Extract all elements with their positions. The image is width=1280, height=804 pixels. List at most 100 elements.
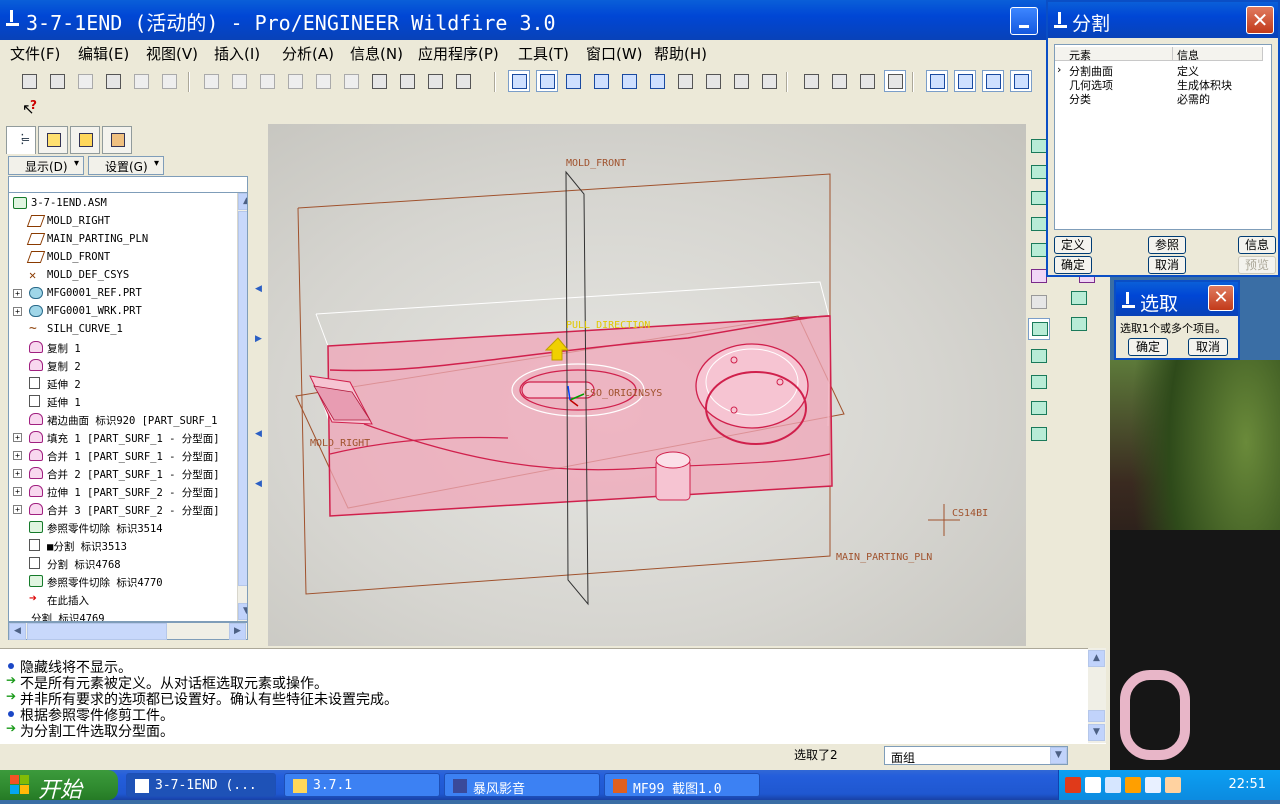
menu-help[interactable]: 帮助(H) xyxy=(654,43,707,64)
ok-button[interactable]: 确定 xyxy=(1054,256,1092,274)
zoom-out-icon[interactable] xyxy=(618,70,640,92)
tray-app-icon[interactable] xyxy=(1165,777,1181,793)
menu-tools[interactable]: 工具(T) xyxy=(518,43,569,64)
redo-icon[interactable] xyxy=(228,70,250,92)
tree-row[interactable]: 复制 1 xyxy=(9,339,229,357)
tree-row[interactable]: ✕ MOLD_DEF_CSYS xyxy=(9,267,229,285)
tree-row[interactable]: 复制 2 xyxy=(9,357,229,375)
refit-icon[interactable] xyxy=(646,70,668,92)
datum-axes-icon[interactable] xyxy=(954,70,976,92)
tree-row[interactable]: + 合并 2 [PART_SURF_1 - 分型面] xyxy=(9,465,229,483)
menu-file[interactable]: 文件(F) xyxy=(10,43,60,64)
tree-row[interactable]: + 拉伸 1 [PART_SURF_2 - 分型面] xyxy=(9,483,229,501)
open-file-icon[interactable] xyxy=(46,70,68,92)
menu-insert[interactable]: 插入(I) xyxy=(214,43,260,64)
paste-special-icon[interactable] xyxy=(340,70,362,92)
info-button[interactable]: 信息 xyxy=(1238,236,1276,254)
tree-row[interactable]: ➔ 在此插入 xyxy=(9,591,229,609)
tree-row[interactable]: 分割 标识4769 xyxy=(9,609,229,621)
copy-icon[interactable] xyxy=(284,70,306,92)
merge-icon[interactable] xyxy=(1028,372,1050,394)
tree-row[interactable]: ∼ SILH_CURVE_1 xyxy=(9,321,229,339)
select-cancel-button[interactable]: 取消 xyxy=(1188,338,1228,356)
taskbar-task[interactable]: 3-7-1END (... xyxy=(126,773,276,797)
cancel-button[interactable]: 取消 xyxy=(1148,256,1186,274)
tree-row[interactable]: 分割 标识4768 xyxy=(9,555,229,573)
tree-row[interactable]: + 填充 1 [PART_SURF_1 - 分型面] xyxy=(9,429,229,447)
shading-icon[interactable] xyxy=(884,70,906,92)
expand-icon[interactable]: + xyxy=(13,451,22,460)
tray-s-icon[interactable] xyxy=(1065,777,1081,793)
menu-edit[interactable]: 编辑(E) xyxy=(78,43,129,64)
tree-row[interactable]: 延伸 2 xyxy=(9,375,229,393)
taskbar-task[interactable]: 3.7.1 xyxy=(284,773,440,797)
msg-scroll-thumb[interactable] xyxy=(1088,710,1105,722)
expand-icon[interactable]: + xyxy=(13,307,22,316)
chevron-down-icon[interactable]: ▼ xyxy=(1050,747,1067,764)
tree-row[interactable]: 3-7-1END.ASM xyxy=(9,195,229,213)
panel-splitter[interactable]: ◀ ▶ ◀ ◀ xyxy=(254,124,264,644)
find-icon[interactable] xyxy=(424,70,446,92)
select-dialog-titlebar[interactable]: 选取 ✕ xyxy=(1116,282,1238,316)
datum-csys-icon[interactable] xyxy=(1068,288,1090,310)
no-hidden-icon[interactable] xyxy=(856,70,878,92)
element-row[interactable]: 分类 必需的 xyxy=(1055,91,1271,106)
model-tree-tab[interactable]: ⋮ = xyxy=(6,126,36,154)
datum-point-icon[interactable] xyxy=(1068,314,1090,336)
taskbar-task[interactable]: MF99 截图1.0 xyxy=(604,773,760,797)
scroll-thumb[interactable] xyxy=(238,211,247,586)
skirt-icon[interactable] xyxy=(1028,318,1050,340)
whats-this-icon[interactable]: ↖ ? xyxy=(20,98,40,120)
connections-tab[interactable] xyxy=(102,126,132,154)
send-mail-icon[interactable] xyxy=(130,70,152,92)
regen-manager-icon[interactable] xyxy=(396,70,418,92)
hidden-line-icon[interactable] xyxy=(828,70,850,92)
tree-row[interactable]: MOLD_FRONT xyxy=(9,249,229,267)
zoom-in-icon[interactable] xyxy=(590,70,612,92)
collapse-left-icon-2[interactable]: ◀ xyxy=(255,429,262,439)
menu-window[interactable]: 窗口(W) xyxy=(586,43,643,64)
scroll-up-icon[interactable]: ▲ xyxy=(238,193,247,210)
print-icon[interactable] xyxy=(102,70,124,92)
msg-scroll-down-icon[interactable]: ▼ xyxy=(1088,724,1105,741)
collapse-left-icon[interactable]: ◀ xyxy=(255,284,262,294)
scroll-down-icon[interactable]: ▼ xyxy=(238,603,247,620)
tree-row[interactable]: + 合并 1 [PART_SURF_1 - 分型面] xyxy=(9,447,229,465)
start-button[interactable]: 开始 xyxy=(0,770,118,803)
tree-row[interactable]: 裙边曲面 标识920 [PART_SURF_1 xyxy=(9,411,229,429)
collapse-left-icon-3[interactable]: ◀ xyxy=(255,479,262,489)
orient-mode-icon[interactable] xyxy=(562,70,584,92)
msg-scroll-up-icon[interactable]: ▲ xyxy=(1088,650,1105,667)
scroll-left-icon[interactable]: ◀ xyxy=(9,623,26,640)
paste-icon[interactable] xyxy=(312,70,334,92)
tree-row[interactable]: + MFG0001_WRK.PRT xyxy=(9,303,229,321)
message-scrollbar[interactable]: ▲ ▼ xyxy=(1088,648,1106,743)
select-ok-button[interactable]: 确定 xyxy=(1128,338,1168,356)
tree-row[interactable]: 参照零件切除 标识4770 xyxy=(9,573,229,591)
reorient-icon[interactable] xyxy=(674,70,696,92)
cut-icon[interactable] xyxy=(256,70,278,92)
tray-help-icon[interactable] xyxy=(1085,777,1101,793)
element-row[interactable]: › 分割曲面 定义 xyxy=(1055,63,1271,78)
layers-icon[interactable] xyxy=(730,70,752,92)
mold-opening-icon[interactable] xyxy=(1028,424,1050,446)
menu-info[interactable]: 信息(N) xyxy=(350,43,403,64)
element-row[interactable]: 几何选项 生成体积块 xyxy=(1055,77,1271,92)
expand-icon[interactable]: + xyxy=(13,433,22,442)
selection-filter[interactable]: 面组 ▼ xyxy=(884,746,1068,765)
graphics-viewport[interactable]: MOLD_FRONT PULL DIRECTION MOLD_RIGHT CSO… xyxy=(268,124,1026,646)
refs-button[interactable]: 参照 xyxy=(1148,236,1186,254)
tree-horizontal-scrollbar[interactable]: ◀ ▶ xyxy=(8,622,248,640)
tree-vertical-scrollbar[interactable]: ▲ ▼ xyxy=(237,193,247,621)
undo-icon[interactable] xyxy=(200,70,222,92)
new-file-icon[interactable] xyxy=(18,70,40,92)
tray-qq-icon[interactable] xyxy=(1125,777,1141,793)
taskbar-task[interactable]: 暴风影音 xyxy=(444,773,600,797)
saved-views-icon[interactable] xyxy=(702,70,724,92)
tray-volume-icon[interactable] xyxy=(1145,777,1161,793)
collapse-right-icon[interactable]: ▶ xyxy=(255,334,262,344)
tree-row[interactable]: + 合并 3 [PART_SURF_2 - 分型面] xyxy=(9,501,229,519)
tree-row[interactable]: 延伸 1 xyxy=(9,393,229,411)
send-mail-2-icon[interactable] xyxy=(158,70,180,92)
minimize-button[interactable] xyxy=(1010,7,1038,35)
